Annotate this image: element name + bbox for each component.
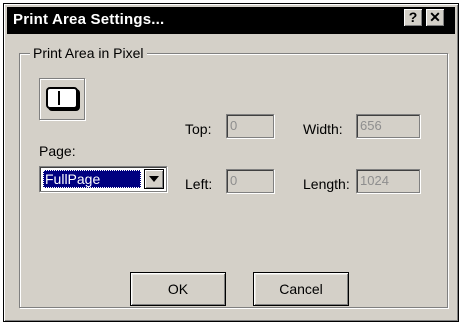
dialog-title: Print Area Settings... — [13, 11, 165, 28]
length-field: 1024 — [356, 169, 420, 193]
help-button[interactable]: ? — [403, 8, 423, 27]
page-label: Page: — [39, 143, 76, 159]
close-button[interactable]: ✕ — [425, 8, 445, 27]
page-select[interactable]: FullPage — [39, 166, 167, 192]
chevron-down-icon[interactable] — [144, 169, 164, 189]
top-field: 0 — [226, 114, 274, 138]
ok-button[interactable]: OK — [130, 272, 226, 306]
top-label: Top: — [185, 121, 212, 137]
cancel-button[interactable]: Cancel — [253, 272, 349, 306]
group-label: Print Area in Pixel — [30, 45, 147, 61]
page-fold-mark — [50, 91, 60, 105]
width-field: 656 — [356, 114, 420, 138]
left-label: Left: — [185, 176, 213, 192]
close-icon: ✕ — [429, 9, 441, 25]
page-select-value: FullPage — [43, 170, 141, 188]
orientation-preview — [39, 78, 85, 120]
length-label: Length: — [303, 176, 350, 192]
title-bar: Print Area Settings... — [7, 7, 455, 34]
left-field: 0 — [226, 169, 274, 193]
portrait-page-icon — [46, 87, 78, 109]
width-label: Width: — [303, 121, 343, 137]
